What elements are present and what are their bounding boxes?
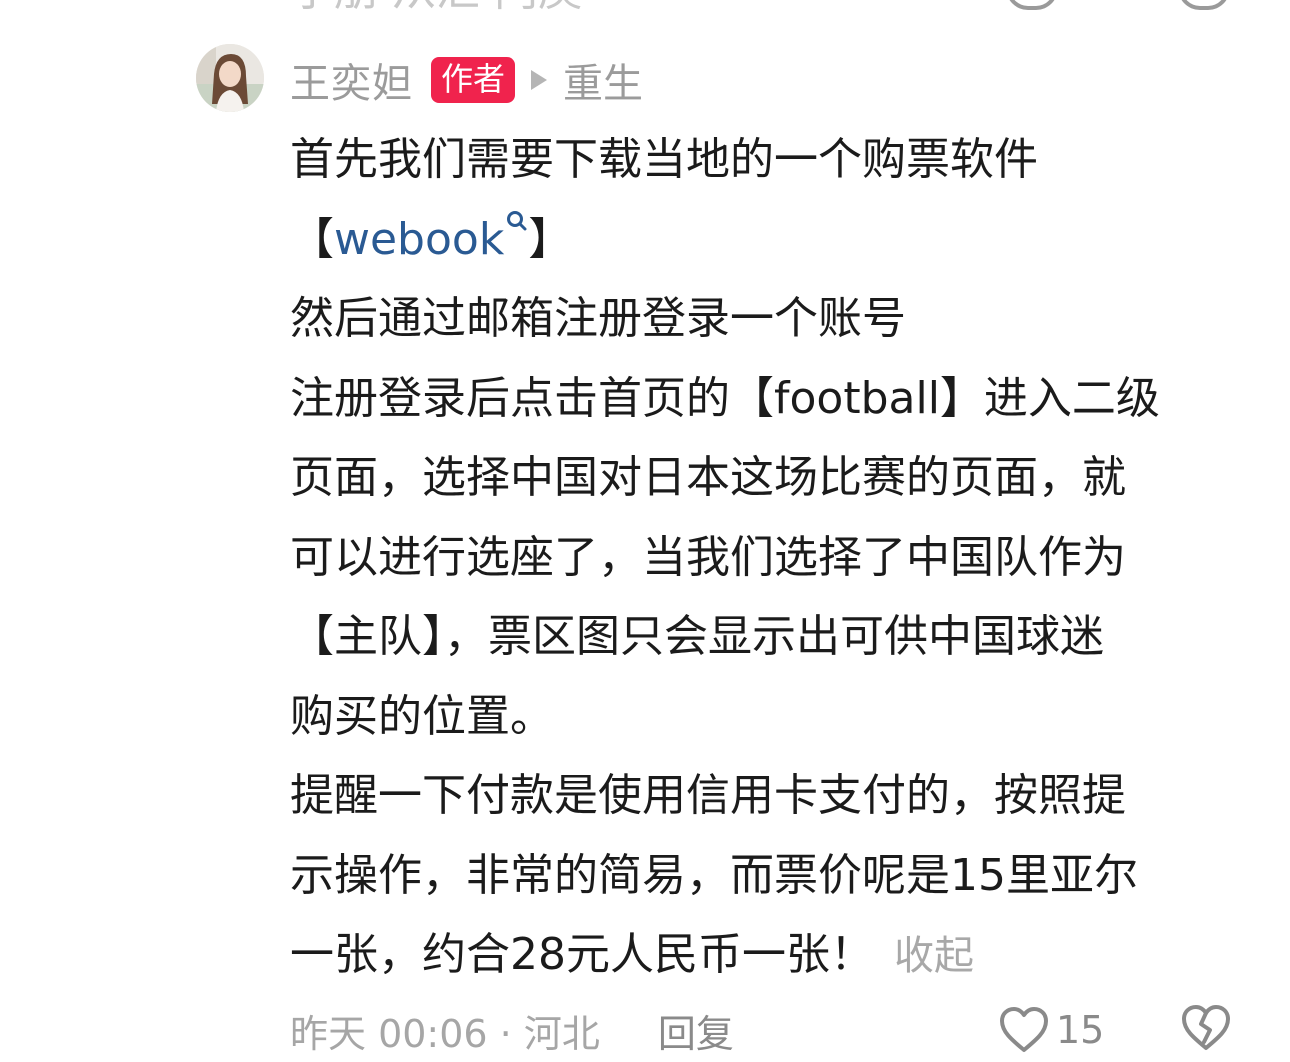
timestamp-location: 昨天 00:06 · 河北 <box>290 1011 600 1056</box>
like-button[interactable]: 15 <box>998 1006 1104 1054</box>
collapse-button[interactable]: 收起 <box>894 933 974 979</box>
play-arrow-icon <box>531 70 548 90</box>
reply-to-username[interactable]: 重生 <box>563 51 643 109</box>
dislike-button[interactable] <box>1180 1004 1232 1056</box>
comment-page: 小朋 从汇 门庾 王奕妲 作者 重生 首先我们需要下载当地的一个购票软件 【we… <box>0 0 1290 1062</box>
previous-comment-partial-text: 小朋 从汇 门庾 <box>290 0 582 13</box>
heart-icon[interactable] <box>1006 0 1058 10</box>
heart-icon <box>1000 1007 1048 1052</box>
avatar[interactable] <box>196 44 264 112</box>
search-icon <box>507 210 527 230</box>
comment-line: 页面，选择中国对日本这场比赛的页面，就 <box>290 452 1126 503</box>
comment-line: 一张，约合28元人民币一张！ 收起 <box>290 915 1250 995</box>
like-count: 15 <box>1056 1008 1105 1052</box>
comment-line: 首先我们需要下载当地的一个购票软件 <box>290 134 1038 185</box>
bracket-close: 】 <box>528 213 573 265</box>
comment-body: 首先我们需要下载当地的一个购票软件 【webook 】 然后通过邮箱注册登录一个账… <box>290 120 1250 995</box>
broken-heart-icon <box>1182 1005 1230 1050</box>
previous-comment-actions <box>1006 0 1230 10</box>
author-badge: 作者 <box>431 57 516 103</box>
broken-heart-icon[interactable] <box>1178 0 1230 10</box>
comment-header: 王奕妲 作者 重生 <box>290 52 643 108</box>
comment-footer: 昨天 00:06 · 河北 回复 15 <box>290 1004 1250 1056</box>
comment-line: 注册登录后点击首页的【football】进入二级 <box>290 372 1160 424</box>
search-keyword-link[interactable]: webook <box>334 210 528 265</box>
username[interactable]: 王奕妲 <box>290 51 413 109</box>
comment-line: 示操作，非常的简易，而票价呢是15里亚尔 <box>290 849 1138 901</box>
comment-line: 【webook 】 <box>290 200 1250 280</box>
comment-line: 购买的位置。 <box>290 690 554 742</box>
comment-line-text: 一张，约合28元人民币一张！ <box>290 929 874 980</box>
comment-line: 可以进行选座了，当我们选择了中国队作为 <box>290 531 1126 583</box>
comment-line: 提醒一下付款是使用信用卡支付的，按照提 <box>290 770 1126 821</box>
comment-line: 然后通过邮箱注册登录一个账号 <box>290 293 906 344</box>
bracket-open: 【 <box>290 213 334 265</box>
reply-button[interactable]: 回复 <box>658 1003 734 1058</box>
search-keyword-text: webook <box>334 213 505 265</box>
comment-line: 【主队】，票区图只会显示出可供中国球迷 <box>290 611 1104 662</box>
avatar-image <box>196 44 264 112</box>
